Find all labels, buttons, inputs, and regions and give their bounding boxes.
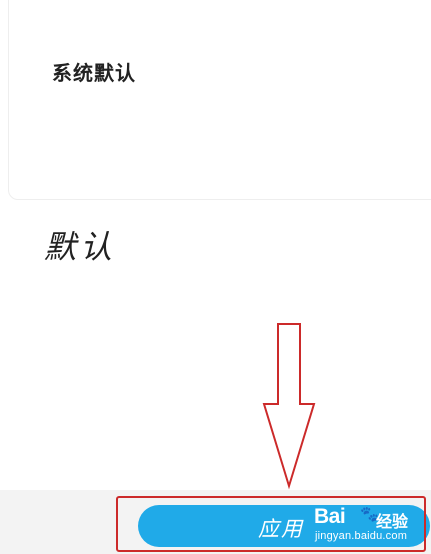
baidu-jingyan-watermark: Bai 🐾 经验 jingyan.baidu.com — [314, 503, 428, 547]
down-arrow-icon — [262, 323, 316, 490]
watermark-url: jingyan.baidu.com — [315, 530, 408, 542]
font-option-card[interactable]: 系统默认 — [8, 0, 431, 200]
watermark-brand: Bai — [314, 505, 346, 528]
font-option-label: 系统默认 — [52, 61, 136, 85]
watermark-sub: 经验 — [376, 512, 409, 531]
font-preview-text: 默认 — [44, 228, 117, 266]
